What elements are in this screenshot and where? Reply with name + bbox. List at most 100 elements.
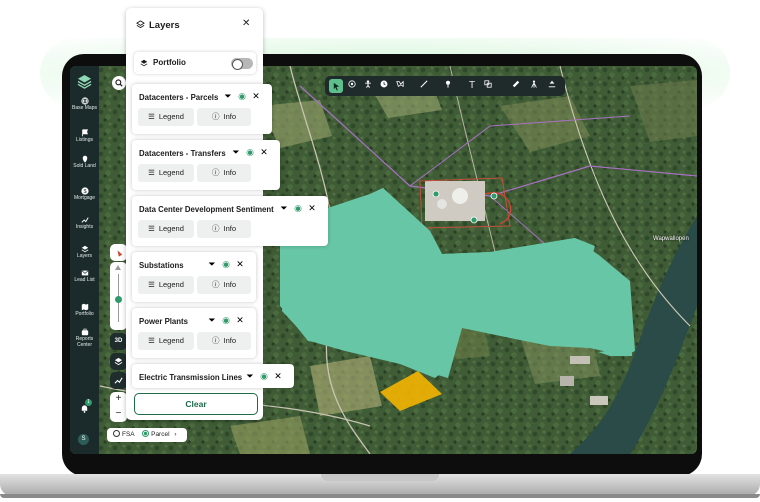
layers-title-text: Layers — [149, 20, 180, 31]
layers-logo-icon[interactable] — [77, 74, 92, 89]
dollar-icon: $ — [80, 187, 89, 195]
info-button[interactable]: ⓘ Info — [197, 220, 251, 238]
portfolio-row: Portfolio — [134, 52, 256, 74]
legend-button[interactable]: ☰ Legend — [138, 164, 194, 182]
line-icon — [420, 80, 428, 88]
info-button[interactable]: ⓘ Info — [197, 332, 251, 350]
ruler-icon — [512, 80, 520, 88]
legend-label: Legend — [158, 224, 184, 233]
sidebar-item-label: Portfolio — [75, 311, 94, 317]
avatar[interactable]: S — [78, 434, 89, 445]
sidebar-item-label: Listings — [76, 137, 93, 143]
filter-icon[interactable]: ⏷ — [243, 371, 257, 382]
filter-icon[interactable]: ⏷ — [277, 203, 291, 214]
info-icon: ⓘ — [211, 336, 220, 345]
sidebar-item-label: Insights — [75, 224, 94, 230]
filter-icon[interactable]: ⏷ — [221, 91, 235, 102]
close-icon[interactable]: ✕ — [271, 371, 285, 382]
list-icon: ☰ — [148, 280, 155, 289]
select-tool-button[interactable] — [329, 79, 343, 93]
sidebar-item-reports-center[interactable]: Reports Center — [70, 328, 99, 348]
sidebar-item-layers[interactable]: Layers — [70, 245, 99, 260]
sidebar-item-label: Lead List — [74, 277, 95, 283]
stack-icon — [114, 357, 123, 366]
chevron-right-icon[interactable]: › — [174, 431, 176, 438]
info-icon: ⓘ — [211, 112, 220, 121]
map-icon — [81, 303, 88, 311]
sidebar-item-portfolio[interactable]: Portfolio — [70, 303, 99, 318]
layer-name: Datacenters - Transfers — [139, 149, 226, 158]
drawing-toolbar: T — [325, 76, 565, 96]
eye-icon[interactable]: ◉ — [219, 259, 233, 270]
sidebar-item-mortgage[interactable]: $ Mortgage — [70, 187, 99, 202]
toggle-knob — [232, 59, 243, 70]
eye-icon[interactable]: ◉ — [243, 147, 257, 158]
close-icon[interactable]: ✕ — [233, 259, 247, 270]
tilt-slider-knob[interactable] — [115, 296, 122, 303]
legend-label: Legend — [158, 112, 184, 121]
person-tool-button[interactable] — [361, 79, 375, 93]
tilt-slider[interactable] — [110, 262, 127, 330]
clock-icon — [380, 80, 388, 88]
chart-line-icon — [114, 377, 123, 384]
close-icon[interactable]: ✕ — [257, 147, 271, 158]
layer-name: Datacenters - Parcels — [139, 93, 219, 102]
lasso-tool-button[interactable] — [393, 79, 407, 93]
clear-button[interactable]: Clear — [134, 393, 258, 415]
line-tool-button[interactable] — [417, 79, 431, 93]
search-button[interactable] — [112, 76, 126, 90]
filter-icon[interactable]: ⏷ — [205, 259, 219, 270]
sidebar-item-lead-list[interactable]: Lead List — [70, 269, 99, 284]
filter-icon[interactable]: ⏷ — [205, 315, 219, 326]
pin-tool-button[interactable] — [441, 79, 455, 93]
filter-icon[interactable]: ⏷ — [229, 147, 243, 158]
clock-tool-button[interactable] — [377, 79, 391, 93]
elevation-tool-button[interactable] — [545, 79, 559, 93]
sidebar-item-insights[interactable]: Insights — [70, 216, 99, 231]
info-button[interactable]: ⓘ Info — [197, 276, 251, 294]
close-icon[interactable]: ✕ — [242, 18, 250, 29]
sidebar-item-listings[interactable]: Listings — [70, 129, 99, 144]
sidebar-item-base-maps[interactable]: Base Maps — [70, 97, 99, 112]
ruler-tool-button[interactable] — [509, 79, 523, 93]
eye-icon[interactable]: ◉ — [291, 203, 305, 214]
survey-tool-button[interactable] — [527, 79, 541, 93]
info-icon: ⓘ — [211, 224, 220, 233]
text-tool-button[interactable]: T — [465, 79, 479, 93]
eye-icon[interactable]: ◉ — [257, 371, 271, 382]
eye-icon[interactable]: ◉ — [219, 315, 233, 326]
shape-icon — [484, 80, 492, 88]
zoom-out-button[interactable]: − — [110, 407, 127, 422]
lasso-icon — [396, 80, 404, 88]
legend-button[interactable]: ☰ Legend — [138, 276, 194, 294]
zoom-in-button[interactable]: + — [110, 392, 127, 407]
legend-button[interactable]: ☰ Legend — [138, 220, 194, 238]
select-icon — [333, 82, 339, 90]
laptop-base — [0, 474, 760, 498]
info-label: Info — [223, 336, 236, 345]
eye-icon[interactable]: ◉ — [235, 91, 249, 102]
legend-button[interactable]: ☰ Legend — [138, 108, 194, 126]
fsa-radio[interactable] — [113, 430, 120, 437]
compass-button[interactable] — [110, 244, 127, 261]
notification-badge: 1 — [85, 399, 92, 406]
pin-icon — [446, 80, 450, 88]
info-button[interactable]: ⓘ Info — [197, 108, 251, 126]
close-icon[interactable]: ✕ — [305, 203, 319, 214]
close-icon[interactable]: ✕ — [233, 315, 247, 326]
layer-card-data-center-development-sentiment: Data Center Development Sentiment ⏷ ◉ ✕ ☰ L… — [132, 196, 328, 246]
parcel-radio[interactable] — [142, 430, 150, 437]
elevation-icon — [548, 80, 556, 88]
info-button[interactable]: ⓘ Info — [197, 164, 251, 182]
sidebar-item-sold-land[interactable]: Sold Land — [70, 155, 99, 170]
analytics-button[interactable] — [110, 372, 127, 389]
close-icon[interactable]: ✕ — [249, 91, 263, 102]
map-layers-button[interactable] — [110, 353, 127, 370]
layer-name: Electric Transmission Lines — [139, 373, 243, 382]
legend-button[interactable]: ☰ Legend — [138, 332, 194, 350]
shape-tool-button[interactable] — [481, 79, 495, 93]
target-icon — [348, 80, 356, 88]
3d-toggle-button[interactable]: 3D — [110, 333, 127, 350]
target-tool-button[interactable] — [345, 79, 359, 93]
portfolio-toggle[interactable] — [231, 58, 253, 70]
